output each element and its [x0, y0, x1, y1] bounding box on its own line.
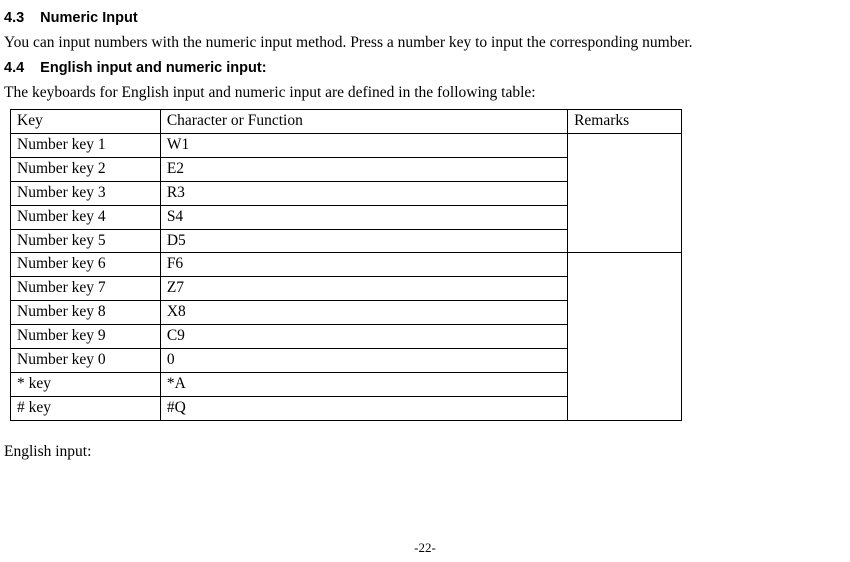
cell-char: *A [160, 373, 567, 397]
section-heading-4-3: 4.3 Numeric Input [4, 10, 846, 26]
cell-char: C9 [160, 325, 567, 349]
cell-key: Number key 1 [11, 133, 161, 157]
cell-char: Z7 [160, 277, 567, 301]
cell-remarks [568, 133, 682, 253]
cell-char: S4 [160, 205, 567, 229]
header-remarks: Remarks [568, 109, 682, 133]
cell-char: E2 [160, 157, 567, 181]
section-title: English input and numeric input: [40, 60, 266, 76]
english-input-label: English input: [4, 443, 846, 461]
page-number: -22- [0, 540, 850, 556]
cell-char: #Q [160, 397, 567, 421]
cell-key: Number key 8 [11, 301, 161, 325]
cell-char: F6 [160, 253, 567, 277]
cell-key: Number key 5 [11, 229, 161, 253]
cell-key: Number key 4 [11, 205, 161, 229]
section-number: 4.3 [4, 10, 24, 26]
section-4-3-body: You can input numbers with the numeric i… [4, 32, 846, 54]
cell-key: Number key 3 [11, 181, 161, 205]
cell-key: Number key 2 [11, 157, 161, 181]
cell-char: X8 [160, 301, 567, 325]
table-row: Number key 1 W1 [11, 133, 682, 157]
table-row: Number key 6 F6 [11, 253, 682, 277]
section-heading-4-4: 4.4 English input and numeric input: [4, 60, 846, 76]
cell-key: * key [11, 373, 161, 397]
section-title: Numeric Input [40, 10, 137, 26]
cell-key: Number key 7 [11, 277, 161, 301]
cell-key: Number key 0 [11, 349, 161, 373]
table-intro: The keyboards for English input and nume… [4, 82, 846, 104]
table-header-row: Key Character or Function Remarks [11, 109, 682, 133]
section-number: 4.4 [4, 60, 24, 76]
cell-key: Number key 9 [11, 325, 161, 349]
cell-remarks [568, 253, 682, 420]
cell-key: Number key 6 [11, 253, 161, 277]
cell-char: W1 [160, 133, 567, 157]
cell-char: R3 [160, 181, 567, 205]
cell-char: D5 [160, 229, 567, 253]
cell-char: 0 [160, 349, 567, 373]
cell-key: # key [11, 397, 161, 421]
keyboard-table: Key Character or Function Remarks Number… [10, 109, 682, 421]
header-char: Character or Function [160, 109, 567, 133]
header-key: Key [11, 109, 161, 133]
